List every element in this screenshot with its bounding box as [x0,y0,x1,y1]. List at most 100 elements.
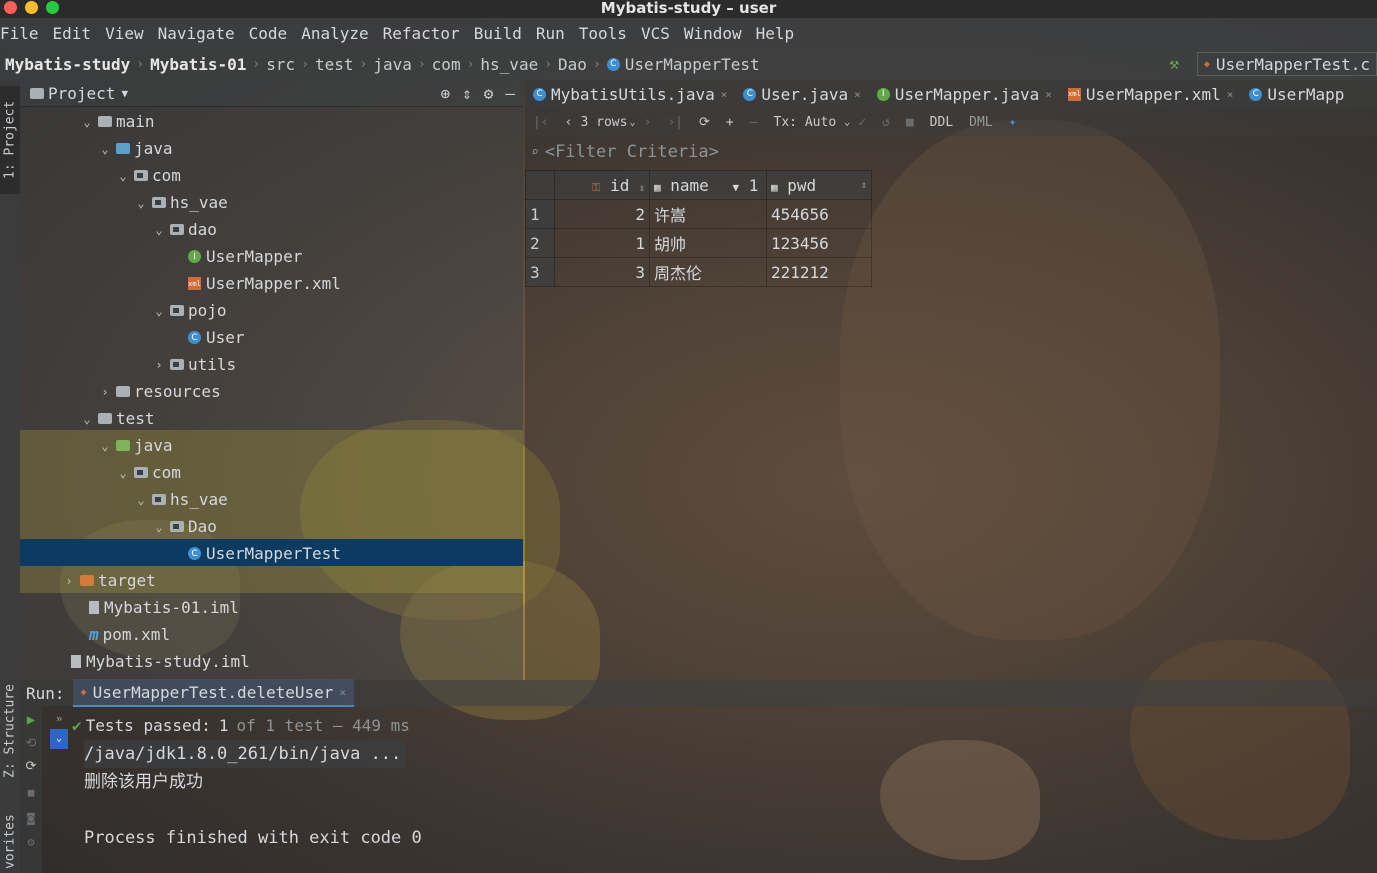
close-window-button[interactable] [4,1,17,14]
delete-row-icon[interactable]: – [750,115,758,130]
close-icon[interactable]: × [1227,88,1234,101]
cell-pwd[interactable]: 123456 [766,228,872,258]
tree-item-usermappertest[interactable]: C UserMapperTest [170,540,341,567]
tree-item-java[interactable]: ⌄ java [98,135,172,162]
close-icon[interactable]: × [721,88,728,101]
console-line-command[interactable]: /java/jdk1.8.0_261/bin/java ... [84,740,406,768]
chevron-down-icon[interactable]: ⌄ [152,223,166,237]
camera-icon[interactable]: ◙ [20,811,42,825]
chevron-down-icon[interactable]: ⌄ [98,439,112,453]
tree-item-java[interactable]: ⌄ java [98,432,172,459]
breadcrumb-project[interactable]: Mybatis-study [5,55,130,74]
dml-button[interactable]: DML [969,115,992,130]
breadcrumb-module[interactable]: Mybatis-01 [150,55,246,74]
sort-icon[interactable]: ⇕ [861,180,867,191]
menu-navigate[interactable]: Navigate [158,24,235,43]
first-page-icon[interactable]: |‹ [533,115,549,130]
previous-page-icon[interactable]: ‹ [565,115,573,130]
add-row-icon[interactable]: + [726,115,734,130]
chevron-right-icon[interactable]: › [62,574,76,588]
rerun-failed-icon[interactable]: ⟲ [20,736,42,751]
tab-user[interactable]: C User.java × [735,80,868,108]
breadcrumb-dao[interactable]: Dao [558,55,587,74]
chevron-down-icon[interactable]: ⌄ [80,115,94,129]
tab-usermappertest[interactable]: C UserMapp [1241,80,1352,108]
menu-build[interactable]: Build [474,24,522,43]
chevron-down-icon[interactable]: ⌄ [152,520,166,534]
tree-item-mybatis-study-iml[interactable]: Mybatis-study.iml [53,648,250,675]
breadcrumb-file[interactable]: UserMapperTest [625,55,760,74]
ddl-button[interactable]: DDL [930,115,953,130]
menu-tools[interactable]: Tools [579,24,627,43]
tree-item-mybatis-01-iml[interactable]: Mybatis-01.iml [71,594,239,621]
menu-vcs[interactable]: VCS [641,24,670,43]
collapse-all-icon[interactable]: ⇕ [462,84,472,103]
tree-item-hs-vae[interactable]: ⌄ hs_vae [134,189,227,216]
settings-icon[interactable]: ⚙ [20,835,42,849]
breadcrumb-java[interactable]: java [373,55,412,74]
tree-item-dao[interactable]: ⌄ Dao [152,513,217,540]
stop-icon[interactable]: ■ [906,115,914,130]
project-view-selector[interactable]: Project [48,84,115,103]
rollback-icon[interactable]: ↺ [882,115,890,130]
rows-count-selector[interactable]: 3 rows [580,115,627,130]
column-header-name[interactable]: ▦ name ▼ 1 [649,170,767,200]
tab-usermapper-xml[interactable]: xml UserMapper.xml × [1060,80,1241,108]
chevron-down-icon[interactable]: ▼ [121,87,128,100]
column-header-pwd[interactable]: ▦ pwd ⇕ [766,170,872,200]
hide-panel-icon[interactable]: – [505,84,515,103]
expand-toolbar-icon[interactable]: » [50,712,68,725]
cell-name[interactable]: 胡帅 [649,228,767,258]
run-configuration-selector[interactable]: ◆ UserMapperTest.c [1196,52,1377,76]
tree-item-pojo[interactable]: ⌄ pojo [152,297,226,324]
structure-tool-tab[interactable]: Z: Structure [0,675,20,787]
next-page-icon[interactable]: › [643,115,651,130]
tree-item-usermapper[interactable]: I UserMapper [170,243,302,270]
close-icon[interactable]: × [854,88,861,101]
chevron-right-icon[interactable]: › [98,385,112,399]
transaction-mode-selector[interactable]: Tx: Auto [774,115,837,130]
chevron-down-icon[interactable]: ⌄ [116,169,130,183]
breadcrumb-test[interactable]: test [315,55,354,74]
cell-id[interactable]: 3 [554,257,650,287]
table-row[interactable]: 2 1 胡帅 123456 [525,228,872,258]
breadcrumb-hs-vae[interactable]: hs_vae [480,55,538,74]
cell-name[interactable]: 许嵩 [649,199,767,229]
locate-file-icon[interactable]: ⊕ [440,84,450,103]
column-header-id[interactable]: ⚿ id ⇕ [554,170,650,200]
filter-criteria-field[interactable]: ⌕ <Filter Criteria> [525,136,1377,168]
cell-pwd[interactable]: 454656 [766,199,872,229]
minimize-window-button[interactable] [25,1,38,14]
close-icon[interactable]: × [339,686,346,699]
cell-id[interactable]: 1 [554,228,650,258]
breadcrumb-com[interactable]: com [432,55,461,74]
table-row[interactable]: 3 3 周杰伦 221212 [525,257,872,287]
menu-run[interactable]: Run [536,24,565,43]
stop-icon[interactable]: ■ [20,786,42,799]
chevron-down-icon[interactable]: ⌄ [116,466,130,480]
cell-id[interactable]: 2 [554,199,650,229]
menu-help[interactable]: Help [756,24,795,43]
tree-item-com[interactable]: ⌄ com [116,162,181,189]
build-hammer-icon[interactable]: ⚒ [1169,54,1179,73]
favorites-tool-tab[interactable]: vorites [0,810,20,873]
table-row[interactable]: 1 2 许嵩 454656 [525,199,872,229]
tree-item-dao[interactable]: ⌄ dao [152,216,217,243]
chevron-down-icon[interactable]: ⌄ [134,196,148,210]
menu-edit[interactable]: Edit [53,24,92,43]
tree-item-pom-xml[interactable]: m pom.xml [71,621,170,648]
project-tool-tab[interactable]: 1: Project [0,86,20,194]
tab-usermapper[interactable]: I UserMapper.java × [869,80,1060,108]
tree-item-com[interactable]: ⌄ com [116,459,181,486]
menu-window[interactable]: Window [684,24,742,43]
tab-mybatisutils[interactable]: C MybatisUtils.java × [525,80,735,108]
menu-view[interactable]: View [105,24,144,43]
menu-file[interactable]: File [0,24,39,43]
chevron-down-icon[interactable]: ⌄ [98,142,112,156]
menu-refactor[interactable]: Refactor [383,24,460,43]
chevron-right-icon[interactable]: › [152,358,166,372]
collapse-icon[interactable]: ⌄ [50,729,68,749]
tree-item-usermapper-xml[interactable]: xml UserMapper.xml [170,270,341,297]
toggle-auto-test-icon[interactable]: ⟳ [20,759,42,774]
run-tab-deleteuser[interactable]: ◆ UserMapperTest.deleteUser × [72,679,355,707]
